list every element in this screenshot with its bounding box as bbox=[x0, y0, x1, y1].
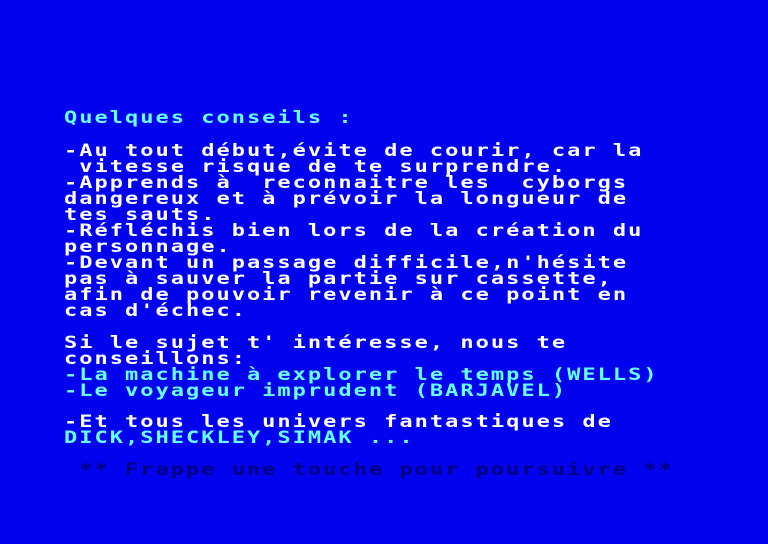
interest-line: conseillons: bbox=[64, 349, 247, 369]
book-recommendation: -La machine à explorer le temps (WELLS) bbox=[64, 365, 659, 385]
advice-line: -Au tout début,évite de courir, car la bbox=[64, 141, 644, 161]
advice-line: personnage. bbox=[64, 237, 232, 257]
continue-prompt[interactable]: ** Frappe une touche pour poursuivre ** bbox=[64, 461, 674, 478]
book-recommendation: -Le voyageur imprudent (BARJAVEL) bbox=[64, 381, 568, 401]
advice-line: -Devant un passage difficile,n'hésite bbox=[64, 253, 629, 273]
universe-intro: -Et tous les univers fantastiques de bbox=[64, 412, 613, 432]
screen-title: Quelques conseils : bbox=[64, 108, 354, 128]
game-screen[interactable]: Quelques conseils : -Au tout début,évite… bbox=[0, 0, 768, 544]
interest-line: Si le sujet t' intéresse, nous te bbox=[64, 333, 568, 353]
advice-line: afin de pouvoir revenir à ce point en bbox=[64, 285, 629, 305]
advice-line: tes sauts. bbox=[64, 205, 217, 225]
advice-line: dangereux et à prévoir la longueur de bbox=[64, 189, 629, 209]
advice-line: vitesse risque de te surprendre. bbox=[64, 157, 568, 177]
advice-line: -Apprends à reconnaitre les cyborgs bbox=[64, 173, 629, 193]
advice-line: pas à sauver la partie sur cassette, bbox=[64, 269, 613, 289]
advice-line: cas d'échec. bbox=[64, 301, 247, 321]
advice-line: -Réfléchis bien lors de la création du bbox=[64, 221, 644, 241]
author-list: DICK,SHECKLEY,SIMAK ... bbox=[64, 428, 415, 448]
